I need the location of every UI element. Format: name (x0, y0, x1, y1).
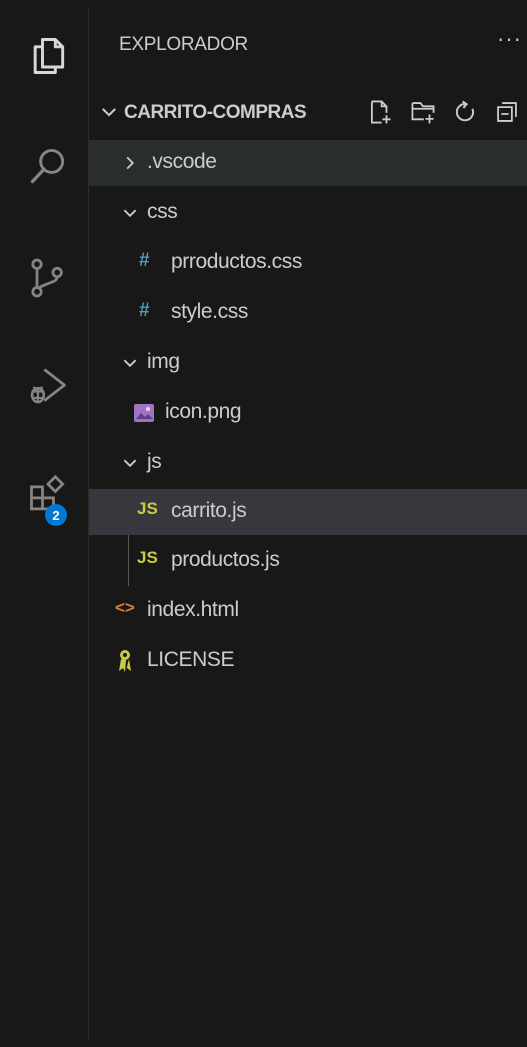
new-file-button[interactable] (364, 96, 396, 128)
js-file-icon: JS (137, 499, 158, 518)
refresh-icon (455, 100, 474, 122)
tree-item-label: css (147, 200, 178, 223)
workspace-folder-header[interactable]: CARRITO-COMPRAS (89, 88, 527, 136)
source-control-activity-button[interactable] (8, 248, 88, 308)
tree-item-label: productos.js (171, 548, 280, 571)
tree-item-label: style.css (171, 300, 248, 323)
tree-item-label: prroductos.css (171, 250, 302, 273)
chevron-right-icon (126, 156, 135, 170)
tree-item-license[interactable]: LICENSE (89, 638, 527, 684)
html-file-icon: <> (115, 598, 135, 617)
extensions-badge: 2 (45, 504, 67, 526)
tree-item-img-folder[interactable]: img (89, 340, 527, 386)
css-file-icon: # (139, 300, 150, 321)
css-file-icon: # (139, 250, 150, 271)
chevron-down-icon (123, 209, 137, 218)
tree-item-vscode[interactable]: .vscode (89, 140, 527, 186)
image-file-icon (134, 404, 154, 422)
refresh-button[interactable] (449, 96, 481, 128)
tree-item-productos-js[interactable]: JS productos.js (89, 538, 527, 584)
activity-bar: 2 (8, 8, 89, 1040)
explorer-activity-button[interactable] (8, 26, 88, 86)
chevron-down-icon (102, 108, 116, 117)
new-folder-button[interactable] (407, 96, 439, 128)
files-icon (33, 38, 65, 74)
tree-item-css-folder[interactable]: css (89, 190, 527, 236)
tree-item-label: icon.png (165, 400, 242, 423)
new-folder-icon (411, 102, 435, 124)
chevron-down-icon (123, 359, 137, 368)
collapse-all-icon (497, 102, 517, 122)
tree-item-label: index.html (147, 598, 239, 621)
tree-item-label: img (147, 350, 180, 373)
tree-item-js-folder[interactable]: js (89, 440, 527, 486)
license-icon (119, 650, 131, 672)
workspace-folder-title: CARRITO-COMPRAS (124, 102, 307, 123)
source-control-icon (31, 258, 63, 298)
search-icon (30, 148, 65, 184)
tree-item-label: .vscode (147, 150, 217, 173)
run-debug-activity-button[interactable] (8, 356, 88, 416)
search-activity-button[interactable] (8, 136, 88, 196)
chevron-down-icon (123, 459, 137, 468)
vscode-window: 2 EXPLORADOR ··· CARRITO-COMPRAS .vscode… (8, 8, 527, 1040)
new-file-icon (370, 100, 391, 124)
tree-item-label: LICENSE (147, 648, 235, 671)
explorer-sidebar: EXPLORADOR ··· CARRITO-COMPRAS .vscode c… (89, 8, 527, 1040)
explorer-header: EXPLORADOR ··· (89, 8, 527, 88)
tree-item-label: js (147, 450, 162, 473)
extensions-activity-button[interactable]: 2 (8, 466, 88, 526)
tree-item-icon-png[interactable]: icon.png (89, 390, 527, 436)
js-file-icon: JS (137, 548, 158, 567)
tree-item-label: carrito.js (171, 499, 247, 522)
collapse-all-button[interactable] (491, 96, 523, 128)
tree-item-prroductos-css[interactable]: # prroductos.css (89, 240, 527, 286)
explorer-title: EXPLORADOR (119, 34, 248, 55)
run-debug-icon (30, 368, 66, 404)
tree-item-style-css[interactable]: # style.css (89, 290, 527, 336)
more-actions-button[interactable]: ··· (497, 26, 522, 52)
tree-item-index-html[interactable]: <> index.html (89, 588, 527, 634)
tree-item-carrito-js[interactable]: JS carrito.js (89, 489, 527, 535)
